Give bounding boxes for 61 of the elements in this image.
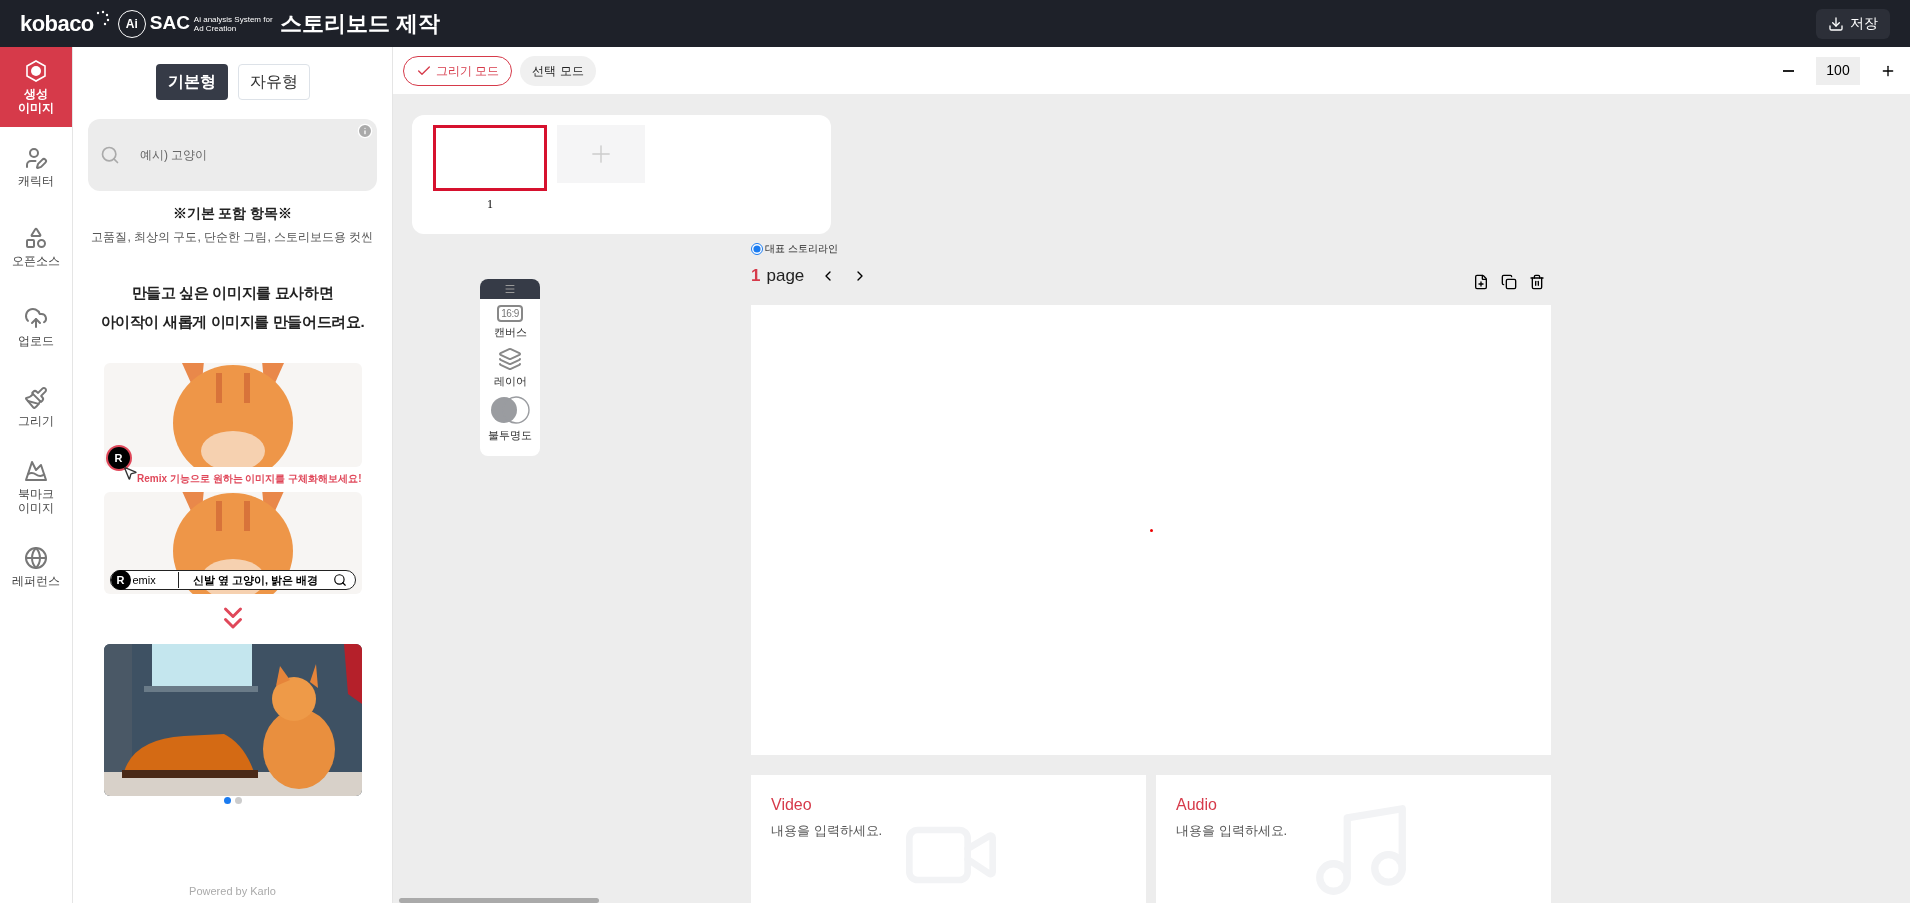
download-icon xyxy=(1828,15,1844,32)
brush-icon xyxy=(24,386,48,410)
opacity-icon xyxy=(488,395,532,425)
remix-badge: R xyxy=(107,447,130,469)
thumbnail[interactable] xyxy=(433,125,547,191)
search-field[interactable]: 예시) 고양이 xyxy=(140,146,365,164)
promo-text: 만들고 싶은 이미지를 묘사하면 xyxy=(131,283,334,303)
layers-icon xyxy=(498,346,522,371)
nav-item[interactable]: 캐릭터 xyxy=(0,127,72,207)
page-number: 1 xyxy=(751,265,761,288)
powered-by: Powered by Karlo xyxy=(189,883,276,899)
trash-icon[interactable] xyxy=(1529,274,1545,290)
remix-label: emix xyxy=(130,571,179,589)
page-label: page xyxy=(766,265,805,288)
promo-text: 아이작이 새롭게 이미지를 만들어드려요. xyxy=(100,311,365,332)
nav-item[interactable]: 북마크 이미지 xyxy=(0,447,72,527)
logo: kobaco xyxy=(20,10,94,38)
globe-icon xyxy=(24,546,48,570)
palette-tool[interactable]: 불투명도 xyxy=(488,395,532,444)
card-title: Video xyxy=(771,795,813,815)
radio-button[interactable] xyxy=(751,242,763,255)
palette-tool[interactable]: 16:9 캔버스 xyxy=(493,305,527,341)
mountain-icon xyxy=(24,459,48,483)
content-field[interactable]: 내용을 입력하세요. xyxy=(1176,821,1531,851)
user-edit-icon xyxy=(24,146,48,170)
panel-tab[interactable]: 자유형 xyxy=(237,64,310,100)
horizontal-scrollbar[interactable] xyxy=(399,898,599,903)
shapes-icon xyxy=(24,226,48,250)
save-button[interactable]: 저장 xyxy=(1816,8,1890,39)
nav-item[interactable]: 그리기 xyxy=(0,367,72,447)
ai-chip-icon xyxy=(24,59,48,83)
menu-icon xyxy=(504,283,516,295)
storyline-label: 대표 스토리라인 xyxy=(765,242,838,256)
zoom-field[interactable]: 100 xyxy=(1816,56,1860,85)
remix-badge: R xyxy=(110,570,131,590)
nav-item[interactable]: 레퍼런스 xyxy=(0,527,72,607)
add-file-icon[interactable] xyxy=(1473,274,1489,290)
mode-button[interactable]: 선택 모드 xyxy=(520,55,596,86)
search-icon xyxy=(332,573,347,587)
palette-tool[interactable]: 레이어 xyxy=(493,346,527,389)
palette-handle[interactable] xyxy=(480,279,540,299)
panel-tab[interactable]: 기본형 xyxy=(155,64,228,100)
app-title: 스토리보드 제작 xyxy=(279,10,440,38)
included-title: ※기본 포함 항목※ xyxy=(172,204,293,223)
cursor-icon xyxy=(121,465,138,481)
thumbnail-number: 1 xyxy=(487,196,493,213)
nav-item[interactable]: 오픈소스 xyxy=(0,207,72,287)
sac-logo: SAC xyxy=(149,11,190,36)
nav-item[interactable]: 생성 이미지 xyxy=(0,47,72,127)
included-items: 고품질, 최상의 구도, 단순한 그림, 스토리보드용 컷씬 xyxy=(91,229,374,246)
copy-icon[interactable] xyxy=(1501,274,1517,290)
search-icon xyxy=(100,145,120,165)
content-field[interactable]: 내용을 입력하세요. xyxy=(771,821,1126,851)
remix-query: 신발 옆 고양이, 밝은 배경 xyxy=(191,572,320,588)
remix-caption: Remix 기능으로 원하는 이미지를 구체화해보세요! xyxy=(137,472,362,486)
upload-icon xyxy=(24,306,48,330)
minus-icon xyxy=(1782,69,1794,72)
logo-subtitle: Ai analysis System for Ad Creation xyxy=(193,14,274,33)
aspect-ratio-badge: 16:9 xyxy=(497,305,523,322)
nav-item[interactable]: 업로드 xyxy=(0,287,72,367)
card-title: Audio xyxy=(1176,795,1218,815)
